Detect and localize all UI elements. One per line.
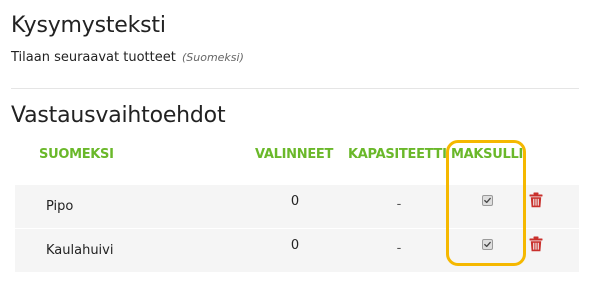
column-header-language: SUOMEKSI bbox=[39, 147, 114, 162]
question-text-value: Tilaan seuraavat tuotteet bbox=[11, 50, 176, 65]
answer-selections: 0 bbox=[290, 238, 300, 253]
answer-name: Kaulahuivi bbox=[46, 243, 114, 258]
column-header-selections: VALINNEET bbox=[255, 147, 334, 162]
table-row: Pipo 0 - bbox=[15, 185, 579, 228]
column-header-paid: MAKSULLI bbox=[451, 147, 523, 162]
paid-checkbox[interactable] bbox=[482, 239, 493, 250]
divider bbox=[11, 88, 579, 89]
answer-capacity: - bbox=[396, 241, 402, 256]
trash-icon[interactable] bbox=[529, 236, 543, 252]
answer-capacity: - bbox=[396, 197, 402, 212]
checkbox-checked-icon bbox=[484, 197, 491, 204]
paid-checkbox[interactable] bbox=[482, 195, 493, 206]
column-header-capacity: KAPASITEETTI bbox=[348, 147, 447, 162]
checkbox-checked-icon bbox=[484, 241, 491, 248]
question-title: Kysymysteksti bbox=[11, 13, 166, 38]
question-language: (Suomeksi) bbox=[181, 51, 244, 64]
answers-title: Vastausvaihtoehdot bbox=[11, 103, 226, 128]
answer-selections: 0 bbox=[290, 194, 300, 209]
trash-icon[interactable] bbox=[529, 192, 543, 208]
answer-name: Pipo bbox=[46, 199, 74, 214]
table-row: Kaulahuivi 0 - bbox=[15, 229, 579, 272]
question-text: Tilaan seuraavat tuotteet (Suomeksi) bbox=[11, 49, 244, 67]
